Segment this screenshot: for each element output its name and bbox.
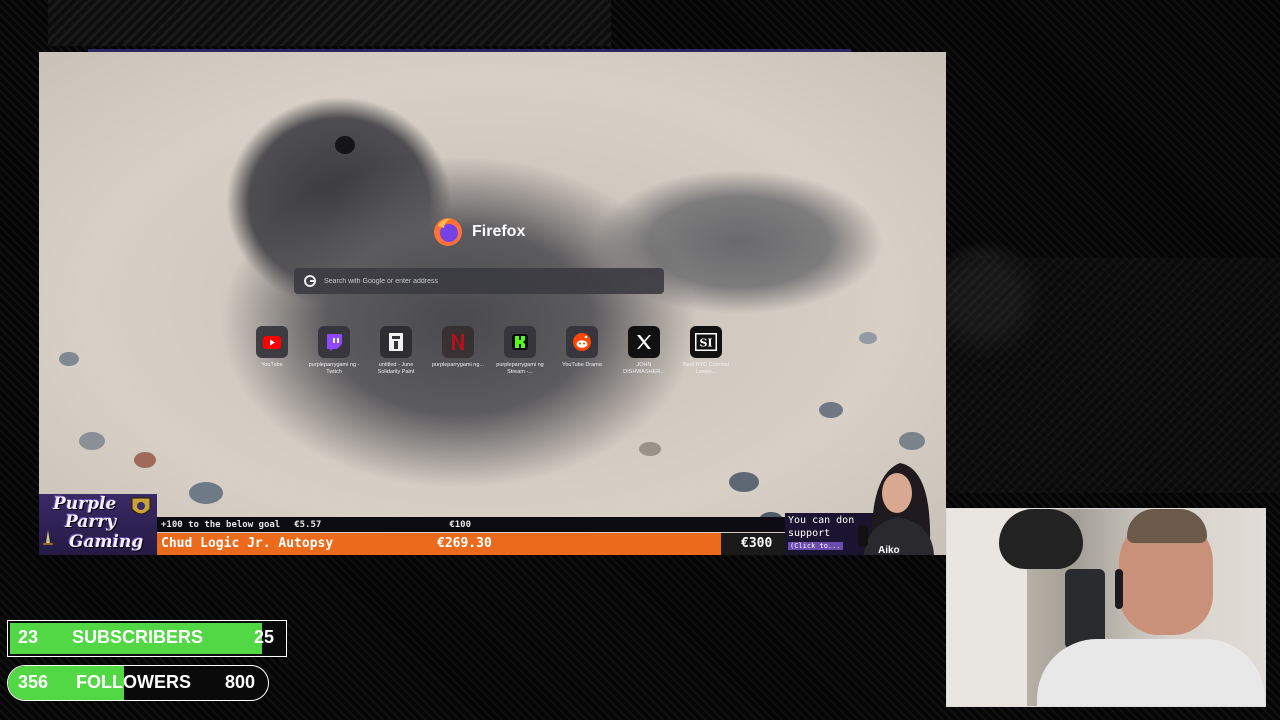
shortcut-tile[interactable] (380, 326, 412, 358)
donation-goal-bar: Chud Logic Jr. Autopsy €269.30 €300 (157, 533, 785, 555)
background-texture-top (48, 0, 611, 46)
logo-line: Gaming (69, 532, 144, 552)
webcam-headset (1115, 569, 1123, 609)
svg-text:SI: SI (699, 337, 712, 350)
shortcut-tile[interactable] (256, 326, 288, 358)
shortcut-kick[interactable]: purpleparrygami ng Stream -... (489, 326, 551, 376)
search-bar[interactable] (294, 268, 664, 294)
firefox-wordmark: Firefox (472, 223, 526, 240)
shortcut-si[interactable]: SI Best NYC Criminal Lawye... (675, 326, 737, 376)
pebble (134, 452, 156, 468)
vtuber-avatar: Aiko (852, 455, 938, 556)
pebble (729, 472, 759, 492)
shortcut-tile[interactable] (628, 326, 660, 358)
shortcut-solidarity-paint[interactable]: untitled - June Solidarity Paint (365, 326, 427, 376)
follower-goal-value: 800 (225, 672, 256, 692)
kick-icon (512, 334, 528, 350)
crest-icon (131, 497, 151, 515)
pebble (899, 432, 925, 450)
donation-goal-header: +100 to the below goal €5.57 €100 (157, 517, 785, 532)
goal-target: €300 (741, 536, 773, 551)
x-icon (637, 335, 651, 349)
goal-amount: €269.30 (437, 536, 492, 551)
webcam-person-hair (1127, 509, 1207, 543)
seal-eye (335, 136, 355, 154)
search-input[interactable] (322, 276, 646, 286)
firefox-logo-icon (434, 218, 462, 246)
subscriber-count: 23 (18, 627, 39, 647)
follower-count: 356 (18, 672, 49, 692)
shortcut-label: purpleparrygami ng Stream -... (496, 362, 544, 375)
reddit-icon (573, 333, 591, 351)
shortcut-tile[interactable] (318, 326, 350, 358)
background-texture-right (946, 258, 1280, 493)
vtuber-name: Aiko (878, 545, 900, 556)
follower-label: FOLLOWERS (76, 672, 191, 692)
top-sites: YouTube purpleparrygami ng - Twitch unti… (241, 326, 737, 376)
goal-header-amount: €5.57 (294, 519, 322, 530)
chat-line: support (788, 528, 831, 539)
shortcut-tile[interactable]: SI (690, 326, 722, 358)
goal-title: Chud Logic Jr. Autopsy (161, 536, 334, 551)
shortcut-label: purpleparrygami ng - Twitch (308, 362, 360, 375)
google-icon (304, 275, 316, 287)
shortcut-tile[interactable] (442, 326, 474, 358)
pebble (189, 482, 223, 504)
shortcut-youtube[interactable]: YouTube (241, 326, 303, 376)
sword-icon (43, 530, 53, 545)
avatar-figure (858, 463, 934, 555)
subscriber-goal: 23 SUBSCRIBERS 25 (7, 620, 287, 657)
pebble (859, 332, 877, 344)
chat-button[interactable]: (Click to... (788, 542, 843, 550)
shortcut-label: YouTube (261, 362, 283, 368)
shortcut-netflix[interactable]: purpleparrygami ng... (427, 326, 489, 376)
subscriber-goal-value: 25 (254, 627, 275, 647)
webcam-person-shirt (1037, 639, 1265, 706)
chat-line: You can don (788, 515, 855, 526)
shortcut-x[interactable]: JOHN DISHWASHER... (613, 326, 675, 376)
shortcut-label: YouTube Drama (562, 362, 602, 368)
netflix-icon (452, 334, 464, 350)
pebble (59, 352, 79, 366)
twitch-icon (327, 333, 342, 351)
firefox-branding: Firefox (432, 216, 525, 248)
shortcut-label: JOHN DISHWASHER... (623, 362, 665, 375)
webcam-microphone (999, 509, 1083, 569)
shortcut-tile[interactable] (566, 326, 598, 358)
pebble (639, 442, 661, 456)
shortcut-twitch[interactable]: purpleparrygami ng - Twitch (303, 326, 365, 376)
logo-line: Parry (65, 512, 117, 532)
shortcut-label: Best NYC Criminal Lawye... (683, 362, 729, 375)
shortcut-label: untitled - June Solidarity Paint (377, 362, 415, 375)
browser-window: Firefox YouTube purpleparrygami ng - Twi… (39, 52, 946, 555)
webcam-chair (1065, 569, 1105, 649)
shortcut-tile[interactable] (504, 326, 536, 358)
shortcut-label: purpleparrygami ng... (432, 362, 484, 368)
youtube-icon (263, 335, 281, 349)
channel-logo: Purple Parry Gaming (39, 494, 157, 555)
si-icon: SI (695, 333, 717, 351)
goal-header-text: +100 to the below goal (161, 519, 281, 530)
logo-line: Purple (53, 494, 117, 514)
goal-header-target: €100 (449, 519, 471, 530)
shortcut-youtube-drama[interactable]: YouTube Drama (551, 326, 613, 376)
document-icon (389, 333, 403, 351)
webcam-feed (946, 508, 1266, 707)
pebble (819, 402, 843, 418)
subscriber-label: SUBSCRIBERS (72, 627, 204, 647)
pebble (79, 432, 105, 450)
follower-goal: 356 FOLLOWERS 800 (7, 665, 269, 701)
